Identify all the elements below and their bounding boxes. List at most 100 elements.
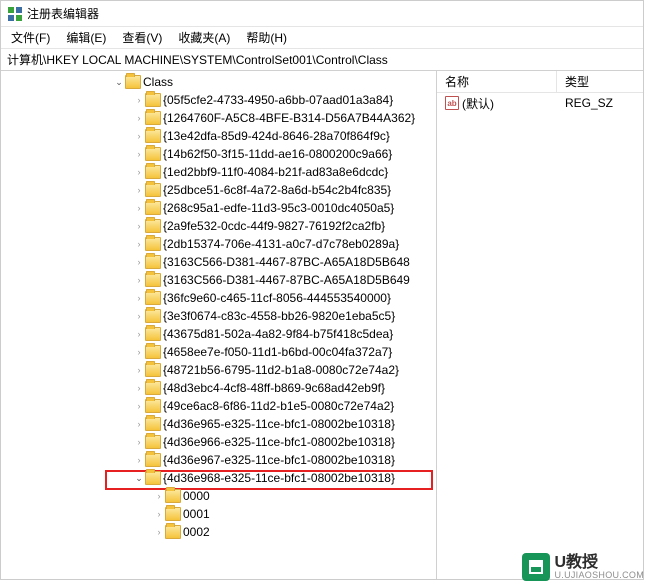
- expand-icon[interactable]: ›: [133, 221, 145, 231]
- expand-icon[interactable]: ›: [133, 203, 145, 213]
- expand-icon[interactable]: ›: [133, 239, 145, 249]
- expand-icon[interactable]: ›: [133, 455, 145, 465]
- expand-icon[interactable]: ›: [133, 365, 145, 375]
- expand-icon[interactable]: ›: [153, 509, 165, 519]
- expand-icon[interactable]: ›: [133, 131, 145, 141]
- tree-node[interactable]: › {48d3ebc4-4cf8-48ff-b869-9c68ad42eb9f}: [1, 379, 436, 397]
- expand-icon[interactable]: ›: [133, 293, 145, 303]
- tree-node[interactable]: › {13e42dfa-85d9-424d-8646-28a70f864f9c}: [1, 127, 436, 145]
- tree-node-child[interactable]: › 0002: [1, 523, 436, 541]
- tree-node[interactable]: › {4d36e967-e325-11ce-bfc1-08002be10318}: [1, 451, 436, 469]
- folder-icon: [145, 255, 161, 269]
- tree-label: {13e42dfa-85d9-424d-8646-28a70f864f9c}: [163, 129, 390, 143]
- tree-label: {2db15374-706e-4131-a0c7-d7c78eb0289a}: [163, 237, 399, 251]
- folder-icon: [145, 291, 161, 305]
- expand-icon[interactable]: ›: [133, 113, 145, 123]
- address-bar[interactable]: 计算机\HKEY LOCAL MACHINE\SYSTEM\ControlSet…: [1, 49, 643, 71]
- tree-node[interactable]: › {2db15374-706e-4131-a0c7-d7c78eb0289a}: [1, 235, 436, 253]
- cell-type: REG_SZ: [557, 96, 643, 110]
- expand-icon[interactable]: ⌄: [113, 77, 125, 88]
- folder-icon: [165, 489, 181, 503]
- expand-icon[interactable]: ›: [133, 257, 145, 267]
- expand-icon[interactable]: ›: [133, 95, 145, 105]
- menu-help[interactable]: 帮助(H): [242, 27, 291, 48]
- tree-label: {4d36e966-e325-11ce-bfc1-08002be10318}: [163, 435, 395, 449]
- folder-icon: [145, 327, 161, 341]
- expand-icon[interactable]: ⌄: [133, 473, 145, 484]
- expand-icon[interactable]: ›: [153, 527, 165, 537]
- tree-node[interactable]: ›{25dbce51-6c8f-4a72-8a6d-b54c2b4fc835}: [1, 181, 436, 199]
- menu-edit[interactable]: 编辑(E): [62, 27, 110, 48]
- col-header-type[interactable]: 类型: [557, 71, 643, 92]
- folder-icon: [165, 525, 181, 539]
- folder-icon: [145, 399, 161, 413]
- registry-editor-window: 注册表编辑器 文件(F) 编辑(E) 查看(V) 收藏夹(A) 帮助(H) 计算…: [0, 0, 644, 580]
- window-title: 注册表编辑器: [27, 5, 99, 22]
- col-header-name[interactable]: 名称: [437, 71, 557, 92]
- menu-favorites[interactable]: 收藏夹(A): [174, 27, 234, 48]
- expand-icon[interactable]: ›: [133, 167, 145, 177]
- watermark-badge-icon: [522, 553, 550, 581]
- tree-pane[interactable]: ⌄ Class ›{05f5cfe2-4733-4950-a6bb-07aad0…: [1, 71, 437, 579]
- tree-node[interactable]: › {2a9fe532-0cdc-44f9-9827-76192f2ca2fb}: [1, 217, 436, 235]
- tree-label: {48d3ebc4-4cf8-48ff-b869-9c68ad42eb9f}: [163, 381, 385, 395]
- tree-node[interactable]: ›{36fc9e60-c465-11cf-8056-444553540000}: [1, 289, 436, 307]
- value-name: (默认): [462, 95, 494, 112]
- tree-label: {2a9fe532-0cdc-44f9-9827-76192f2ca2fb}: [163, 219, 385, 233]
- expand-icon[interactable]: ›: [133, 419, 145, 429]
- tree-label: {49ce6ac8-6f86-11d2-b1e5-0080c72e74a2}: [163, 399, 394, 413]
- tree-node[interactable]: ›{05f5cfe2-4733-4950-a6bb-07aad01a3a84}: [1, 91, 436, 109]
- folder-icon: [145, 111, 161, 125]
- expand-icon[interactable]: ›: [133, 311, 145, 321]
- tree-node[interactable]: ›{43675d81-502a-4a82-9f84-b75f418c5dea}: [1, 325, 436, 343]
- tree-node[interactable]: › {4d36e966-e325-11ce-bfc1-08002be10318}: [1, 433, 436, 451]
- tree-node[interactable]: › {1ed2bbf9-11f0-4084-b21f-ad83a8e6dcdc}: [1, 163, 436, 181]
- tree-node[interactable]: › {49ce6ac8-6f86-11d2-b1e5-0080c72e74a2}: [1, 397, 436, 415]
- tree-node[interactable]: ›{14b62f50-3f15-11dd-ae16-0800200c9a66}: [1, 145, 436, 163]
- tree-node-child[interactable]: ›0001: [1, 505, 436, 523]
- folder-icon: [145, 93, 161, 107]
- tree-label: {48721b56-6795-11d2-b1a8-0080c72e74a2}: [163, 363, 399, 377]
- cell-name: ab (默认): [437, 95, 557, 112]
- menu-file[interactable]: 文件(F): [7, 27, 54, 48]
- tree-node[interactable]: ›{4d36e965-e325-11ce-bfc1-08002be10318}: [1, 415, 436, 433]
- tree-node-expanded[interactable]: ⌄ {4d36e968-e325-11ce-bfc1-08002be10318}: [1, 469, 436, 487]
- tree-node[interactable]: ›{3163C566-D381-4467-87BC-A65A18D5B648: [1, 253, 436, 271]
- expand-icon[interactable]: ›: [133, 383, 145, 393]
- tree-node-child[interactable]: ›0000: [1, 487, 436, 505]
- details-row[interactable]: ab (默认) REG_SZ: [437, 93, 643, 113]
- folder-icon: [145, 201, 161, 215]
- tree-node[interactable]: › {268c95a1-edfe-11d3-95c3-0010dc4050a5}: [1, 199, 436, 217]
- details-pane[interactable]: 名称 类型 ab (默认) REG_SZ: [437, 71, 643, 579]
- expand-icon[interactable]: ›: [153, 491, 165, 501]
- tree-node[interactable]: › {3e3f0674-c83c-4558-bb26-9820e1eba5c5}: [1, 307, 436, 325]
- expand-icon[interactable]: ›: [133, 185, 145, 195]
- tree-label: {268c95a1-edfe-11d3-95c3-0010dc4050a5}: [163, 201, 394, 215]
- tree-label: 0002: [183, 525, 210, 539]
- folder-icon: [165, 507, 181, 521]
- tree-label: {3163C566-D381-4467-87BC-A65A18D5B649: [163, 273, 410, 287]
- title-bar[interactable]: 注册表编辑器: [1, 1, 643, 27]
- expand-icon[interactable]: ›: [133, 149, 145, 159]
- tree-node[interactable]: › {3163C566-D381-4467-87BC-A65A18D5B649: [1, 271, 436, 289]
- folder-icon: [145, 273, 161, 287]
- tree-node-class[interactable]: ⌄ Class: [1, 73, 436, 91]
- tree-node[interactable]: › {4658ee7e-f050-11d1-b6bd-00c04fa372a7}: [1, 343, 436, 361]
- tree-label: {4d36e967-e325-11ce-bfc1-08002be10318}: [163, 453, 395, 467]
- tree-node[interactable]: › {48721b56-6795-11d2-b1a8-0080c72e74a2}: [1, 361, 436, 379]
- tree-node[interactable]: ›{1264760F-A5C8-4BFE-B314-D56A7B44A362}: [1, 109, 436, 127]
- tree-label: {1ed2bbf9-11f0-4084-b21f-ad83a8e6dcdc}: [163, 165, 388, 179]
- expand-icon[interactable]: ›: [133, 347, 145, 357]
- folder-icon: [145, 381, 161, 395]
- tree-label: {3e3f0674-c83c-4558-bb26-9820e1eba5c5}: [163, 309, 395, 323]
- expand-icon[interactable]: ›: [133, 329, 145, 339]
- details-header: 名称 类型: [437, 71, 643, 93]
- expand-icon[interactable]: ›: [133, 275, 145, 285]
- tree-label: Class: [143, 75, 173, 89]
- expand-icon[interactable]: ›: [133, 401, 145, 411]
- tree-label: {4658ee7e-f050-11d1-b6bd-00c04fa372a7}: [163, 345, 392, 359]
- folder-icon: [145, 147, 161, 161]
- expand-icon[interactable]: ›: [133, 437, 145, 447]
- menu-view[interactable]: 查看(V): [118, 27, 166, 48]
- folder-icon: [145, 237, 161, 251]
